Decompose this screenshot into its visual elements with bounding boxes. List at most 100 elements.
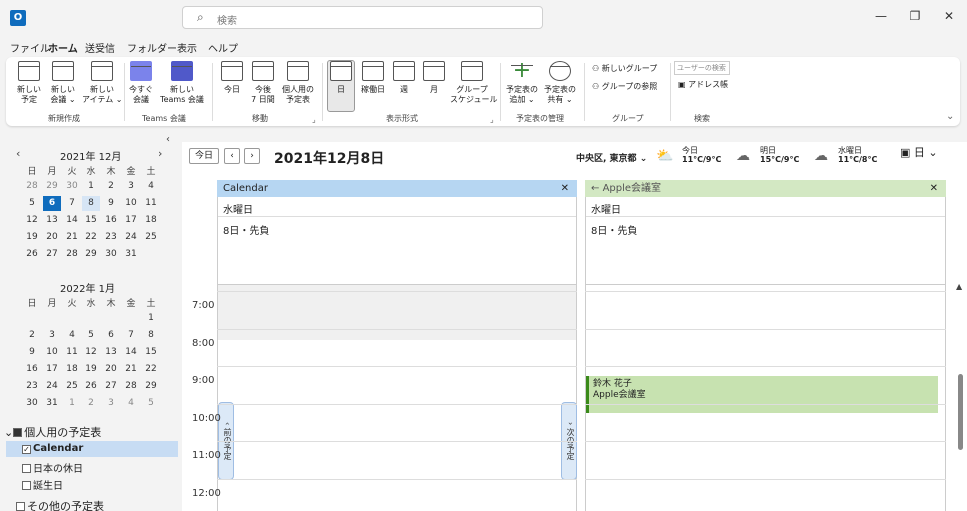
date-cell[interactable]: 26 — [23, 249, 41, 259]
date-cell[interactable]: 10 — [122, 198, 140, 208]
view-day-button[interactable]: 日 — [327, 60, 355, 112]
date-cell[interactable]: 5 — [82, 330, 100, 340]
date-cell[interactable]: 6 — [102, 330, 120, 340]
view-schedule-button[interactable]: グループ スケジュール — [450, 61, 497, 105]
date-cell[interactable]: 15 — [82, 215, 100, 225]
new-group-button[interactable]: ⚇ 新しいグループ — [592, 63, 657, 74]
view-workweek-button[interactable]: 稼働日 — [358, 61, 388, 95]
date-cell[interactable]: 14 — [63, 215, 81, 225]
add-calendar-button[interactable]: + 予定表の 追加 ⌄ — [504, 60, 540, 105]
folder-calendar[interactable]: ✓ Calendar — [6, 441, 178, 457]
menu-home[interactable]: ホーム — [48, 40, 78, 59]
date-cell[interactable]: 21 — [122, 364, 140, 374]
date-cell[interactable]: 28 — [63, 249, 81, 259]
date-cell[interactable]: 4 — [63, 330, 81, 340]
date-cell[interactable]: 28 — [122, 381, 140, 391]
date-cell[interactable]: 17 — [122, 215, 140, 225]
my-calendar-button[interactable]: 個人用の 予定表 — [280, 61, 316, 105]
date-cell[interactable]: 29 — [142, 381, 160, 391]
date-cell[interactable]: 16 — [102, 215, 120, 225]
date-cell[interactable]: 17 — [43, 364, 61, 374]
maximize-button[interactable]: ❐ — [905, 9, 925, 27]
date-cell[interactable]: 29 — [82, 249, 100, 259]
address-book-button[interactable]: ▣ アドレス帳 — [678, 79, 728, 90]
view-month-button[interactable]: 月 — [422, 61, 446, 95]
date-cell[interactable]: 21 — [63, 232, 81, 242]
view-week-button[interactable]: 週 — [392, 61, 416, 95]
room-column-header[interactable]: ← Apple会議室 ✕ — [585, 180, 946, 197]
date-cell[interactable]: 4 — [142, 181, 160, 191]
menu-folder[interactable]: フォルダー — [127, 40, 177, 55]
dialog-launcher-icon[interactable]: ⌟ — [312, 115, 316, 124]
date-cell[interactable]: 7 — [122, 330, 140, 340]
date-cell[interactable]: 14 — [122, 347, 140, 357]
folder-holidays[interactable]: 日本の休日 — [22, 460, 83, 475]
date-cell[interactable]: 24 — [122, 232, 140, 242]
date-cell[interactable]: 25 — [63, 381, 81, 391]
date-cell[interactable]: 29 — [43, 181, 61, 191]
scroll-up-icon[interactable]: ▲ — [956, 282, 962, 291]
search-box[interactable]: ⌕ 検索 — [182, 6, 543, 29]
date-cell[interactable]: 26 — [82, 381, 100, 391]
date-cell[interactable]: 20 — [102, 364, 120, 374]
date-cell[interactable]: 31 — [43, 398, 61, 408]
new-meeting-button[interactable]: 新しい 会議 ⌄ — [46, 61, 80, 105]
share-calendar-button[interactable]: 予定表の 共有 ⌄ — [542, 61, 578, 105]
room-day-column[interactable]: 水曜日 8日・先負 — [585, 197, 946, 511]
date-cell[interactable]: 12 — [82, 347, 100, 357]
date-cell[interactable]: 5 — [142, 398, 160, 408]
menu-send-receive[interactable]: 送受信 — [85, 40, 115, 55]
dialog-launcher-icon[interactable]: ⌟ — [490, 115, 494, 124]
date-cell[interactable]: 1 — [82, 181, 100, 191]
minimize-button[interactable]: — — [871, 9, 891, 27]
date-cell[interactable]: 3 — [102, 398, 120, 408]
menu-help[interactable]: ヘルプ — [208, 40, 238, 55]
date-cell[interactable]: 27 — [43, 249, 61, 259]
menu-file[interactable]: ファイル — [10, 40, 50, 55]
date-cell[interactable]: 19 — [23, 232, 41, 242]
date-cell[interactable]: 11 — [63, 347, 81, 357]
date-cell[interactable]: 2 — [23, 330, 41, 340]
date-cell[interactable]: 13 — [43, 215, 61, 225]
date-cell[interactable]: 3 — [43, 330, 61, 340]
date-cell[interactable]: 9 — [102, 198, 120, 208]
meet-now-button[interactable]: 今すぐ 会議 — [126, 61, 156, 105]
date-cell[interactable]: 25 — [142, 232, 160, 242]
folder-birthdays[interactable]: 誕生日 — [22, 477, 63, 492]
date-cell[interactable]: 30 — [63, 181, 81, 191]
scrollbar-thumb[interactable] — [958, 374, 963, 450]
date-cell[interactable]: 30 — [23, 398, 41, 408]
calendar-column-header[interactable]: Calendar ✕ — [217, 180, 577, 197]
user-search-input[interactable]: ユーザーの検索 — [674, 61, 730, 75]
date-cell[interactable]: 7 — [63, 198, 81, 208]
date-cell[interactable]: 18 — [142, 215, 160, 225]
next-day-button[interactable]: › — [244, 148, 260, 164]
today-nav-button[interactable]: 今日 — [189, 148, 219, 164]
date-cell[interactable]: 20 — [43, 232, 61, 242]
date-cell[interactable]: 15 — [142, 347, 160, 357]
date-cell[interactable]: 8 — [142, 330, 160, 340]
date-cell[interactable]: 11 — [142, 198, 160, 208]
date-cell[interactable]: 13 — [102, 347, 120, 357]
date-cell[interactable]: 18 — [63, 364, 81, 374]
view-selector[interactable]: ▣ 日 ⌄ — [900, 147, 938, 158]
close-icon[interactable]: ✕ — [930, 180, 938, 197]
menu-view[interactable]: 表示 — [177, 40, 197, 55]
date-cell[interactable]: 23 — [102, 232, 120, 242]
prev-month-icon[interactable]: ‹ — [16, 147, 20, 160]
date-cell[interactable]: 8 — [82, 196, 100, 211]
date-cell[interactable]: 22 — [142, 364, 160, 374]
collapse-ribbon-icon[interactable]: ⌄ — [946, 111, 954, 122]
new-teams-meeting-button[interactable]: 新しい Teams 会議 — [156, 61, 208, 105]
date-cell[interactable]: 1 — [63, 398, 81, 408]
date-cell[interactable]: 12 — [23, 215, 41, 225]
group-other-calendars[interactable]: その他の予定表 — [16, 498, 104, 511]
date-cell[interactable]: 3 — [122, 181, 140, 191]
today-button[interactable]: 今日 — [218, 61, 246, 95]
group-my-calendars[interactable]: ⌄ 個人用の予定表 — [4, 424, 101, 440]
date-cell[interactable]: 16 — [23, 364, 41, 374]
date-cell[interactable]: 10 — [43, 347, 61, 357]
calendar-event[interactable]: 鈴木 花子 Apple会議室 — [586, 376, 938, 413]
date-cell[interactable]: 22 — [82, 232, 100, 242]
close-icon[interactable]: ✕ — [561, 180, 569, 197]
